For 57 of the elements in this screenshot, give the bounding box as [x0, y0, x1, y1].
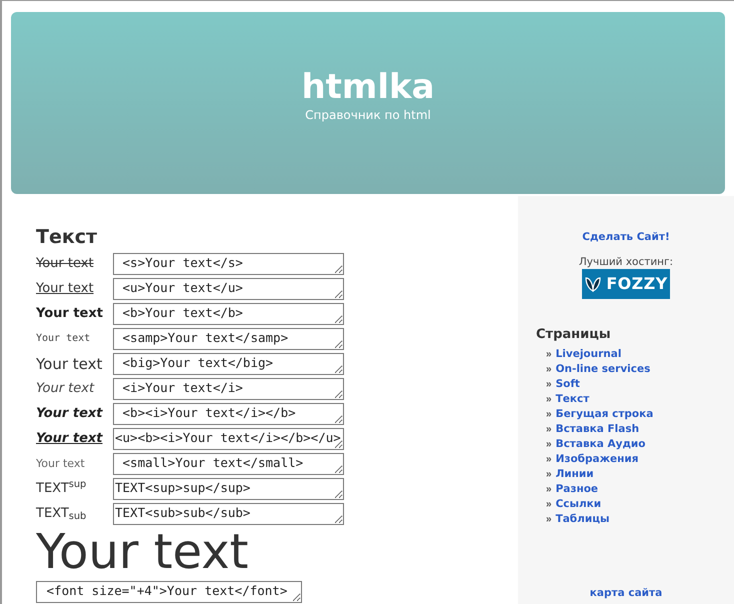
- code-field[interactable]: TEXT<sub>sub</sub>: [113, 503, 344, 525]
- bullet-mark: »: [546, 468, 552, 482]
- sample-text: Your text: [36, 332, 92, 346]
- sample-text: TEXT$^{sup}$: [36, 481, 88, 497]
- sample-text: Your text: [36, 406, 104, 422]
- large-sample-text: Your text: [36, 527, 250, 577]
- sample-text: Your text: [36, 431, 104, 447]
- page-link[interactable]: Линии: [556, 466, 594, 483]
- bullet-mark: »: [546, 393, 552, 408]
- page-link[interactable]: Текст: [556, 392, 590, 408]
- bullet-mark: »: [546, 378, 552, 392]
- sample-text: Your text: [36, 256, 95, 272]
- site-subtitle: Справочник по html: [305, 107, 431, 124]
- page-link[interactable]: Soft: [556, 376, 580, 393]
- page-link[interactable]: Таблицы: [556, 512, 610, 528]
- sitemap-link[interactable]: карта сайта: [590, 586, 662, 602]
- code-field[interactable]: <b>Your text</b>: [113, 303, 344, 325]
- page-link[interactable]: On-line services: [556, 362, 650, 378]
- code-field[interactable]: <samp>Your text</samp>: [113, 328, 344, 350]
- code-field[interactable]: <u>Your text</u>: [113, 278, 344, 300]
- sample-text: Your text: [36, 456, 86, 472]
- sample-text: Your text: [36, 381, 96, 397]
- bullet-mark: »: [546, 423, 552, 438]
- bullet-mark: »: [546, 348, 552, 362]
- code-field[interactable]: <big>Your text</big>: [113, 353, 344, 375]
- bullet-mark: »: [546, 483, 552, 498]
- code-field[interactable]: <small>Your text</small>: [113, 453, 344, 475]
- page-link[interactable]: Разное: [556, 482, 598, 498]
- bullet-mark: »: [546, 453, 552, 468]
- sample-text: Your text: [36, 306, 104, 322]
- code-field[interactable]: <b><i>Your text</i></b>: [113, 403, 344, 425]
- bullet-mark: »: [546, 408, 552, 422]
- sample-text: Your text: [36, 281, 95, 297]
- bullet-mark: »: [546, 498, 552, 512]
- page-link[interactable]: Изображения: [556, 452, 639, 468]
- hosting-logo[interactable]: FOZZY: [582, 268, 670, 299]
- hosting-label: Лучший хостинг:: [578, 256, 674, 269]
- page-link[interactable]: Вставка Flash: [556, 422, 640, 438]
- code-field[interactable]: <i>Your text</i>: [113, 378, 344, 400]
- section-heading: Текст: [36, 226, 98, 248]
- bullet-mark: »: [546, 363, 552, 378]
- bullet-mark: »: [546, 513, 552, 528]
- page-link[interactable]: Ссылки: [556, 496, 602, 513]
- bullet-mark: »: [546, 438, 552, 452]
- code-field[interactable]: <font size="+4">Your text</font>: [36, 581, 302, 603]
- sample-text: Your text: [36, 356, 104, 372]
- site-title: htmlka: [301, 68, 435, 106]
- make-site-link[interactable]: Сделать Сайт!: [582, 230, 670, 246]
- code-field[interactable]: <s>Your text</s>: [113, 253, 344, 275]
- page-link[interactable]: Бегущая строка: [556, 406, 654, 423]
- sample-text: TEXT$_{sub}$: [36, 506, 88, 522]
- pages-heading: Страницы: [536, 326, 612, 344]
- code-field[interactable]: <u><b><i>Your text</i></b></u>: [113, 428, 344, 450]
- code-field[interactable]: TEXT<sup>sup</sup>: [113, 478, 344, 500]
- leaf-icon: [584, 274, 602, 293]
- page-link[interactable]: Livejournal: [556, 346, 622, 363]
- page-link[interactable]: Вставка Аудио: [556, 436, 646, 453]
